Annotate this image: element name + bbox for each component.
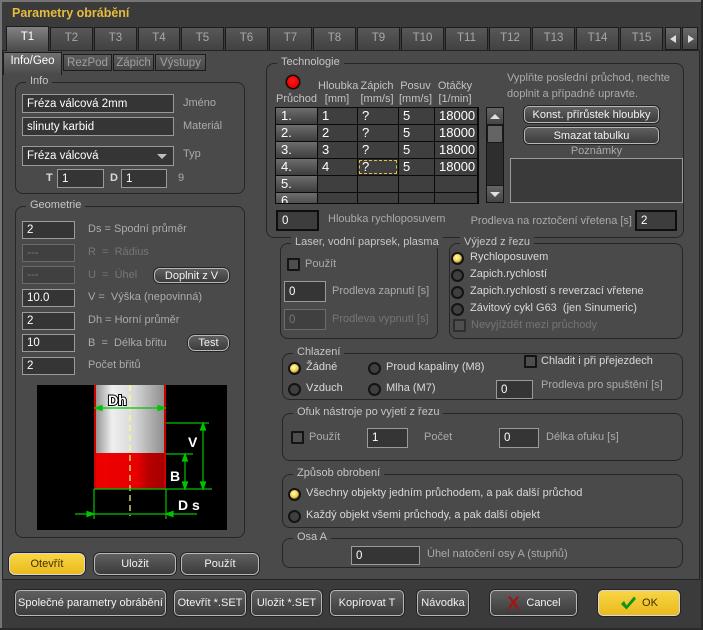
svg-text:D s: D s <box>178 497 200 513</box>
svg-text:B: B <box>170 468 180 484</box>
svg-text:Dh: Dh <box>108 392 127 408</box>
svg-text:V: V <box>188 434 198 450</box>
